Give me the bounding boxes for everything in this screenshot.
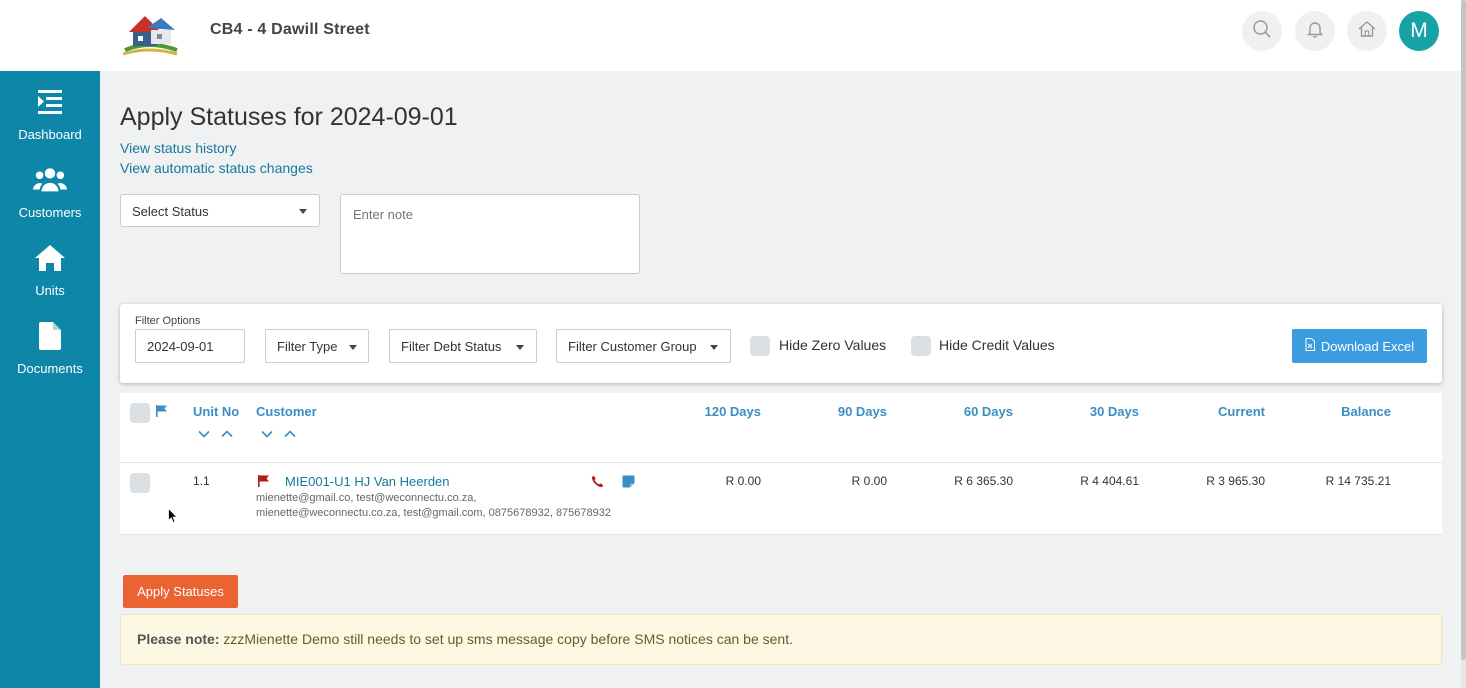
home-button[interactable] bbox=[1347, 11, 1387, 51]
select-all-checkbox[interactable] bbox=[130, 403, 150, 423]
sidebar-item-label: Documents bbox=[17, 361, 83, 376]
view-automatic-status-changes-link[interactable]: View automatic status changes bbox=[120, 160, 313, 176]
status-select[interactable]: Select Status bbox=[120, 194, 320, 227]
bell-icon bbox=[1305, 19, 1325, 44]
statuses-table: Unit No Customer 120 Days 90 Days 60 Day… bbox=[120, 393, 1442, 535]
column-header-30-days[interactable]: 30 Days bbox=[1019, 404, 1139, 419]
filter-date-input[interactable]: 2024-09-01 bbox=[135, 329, 245, 363]
filter-customer-group-label: Filter Customer Group bbox=[568, 339, 697, 354]
current-cell: R 3 965.30 bbox=[1206, 474, 1265, 488]
home-icon bbox=[33, 241, 67, 275]
download-excel-button[interactable]: Download Excel bbox=[1292, 329, 1427, 363]
sms-notice-alert: Please note: zzzMienette Demo still need… bbox=[120, 614, 1442, 665]
sidebar-item-documents[interactable]: Documents bbox=[0, 311, 100, 383]
alert-strong-text: Please note: bbox=[137, 631, 220, 647]
hide-credit-values-checkbox[interactable] bbox=[911, 336, 931, 356]
page-title: Apply Statuses for 2024-09-01 bbox=[120, 103, 458, 131]
column-header-60-days[interactable]: 60 Days bbox=[893, 404, 1013, 419]
column-header-unit-no[interactable]: Unit No bbox=[193, 404, 239, 419]
top-header: CB4 - 4 Dawill Street M bbox=[0, 0, 1466, 71]
phone-icon[interactable] bbox=[591, 475, 604, 493]
chevron-down-icon bbox=[349, 345, 357, 350]
sidebar-item-label: Units bbox=[35, 283, 65, 298]
column-header-90-days[interactable]: 90 Days bbox=[767, 404, 887, 419]
days-90-cell: R 0.00 bbox=[851, 474, 887, 488]
column-header-balance[interactable]: Balance bbox=[1271, 404, 1391, 419]
status-select-value: Select Status bbox=[132, 204, 209, 219]
chevron-down-icon bbox=[516, 345, 524, 350]
mouse-cursor-icon bbox=[168, 507, 178, 529]
balance-cell: R 14 735.21 bbox=[1325, 474, 1391, 488]
days-30-cell: R 4 404.61 bbox=[1080, 474, 1139, 488]
sort-descending-icon[interactable] bbox=[198, 427, 210, 441]
flag-icon[interactable] bbox=[155, 404, 168, 423]
customer-contact-line: mienette@gmail.co, test@weconnectu.co.za… bbox=[256, 492, 477, 504]
search-icon bbox=[1252, 19, 1272, 44]
note-input[interactable] bbox=[340, 194, 640, 274]
excel-file-icon bbox=[1305, 338, 1315, 354]
view-status-history-link[interactable]: View status history bbox=[120, 140, 236, 156]
days-120-cell: R 0.00 bbox=[725, 474, 761, 488]
user-avatar[interactable]: M bbox=[1399, 11, 1439, 51]
home-icon bbox=[1357, 19, 1377, 44]
row-divider bbox=[120, 534, 1442, 535]
sidebar-item-units[interactable]: Units bbox=[0, 233, 100, 305]
sort-ascending-icon[interactable] bbox=[284, 427, 296, 441]
sidebar: Dashboard Customers Units Documents bbox=[0, 71, 100, 688]
hide-zero-values-checkbox[interactable] bbox=[750, 336, 770, 356]
header-divider bbox=[120, 462, 1442, 463]
sidebar-item-label: Dashboard bbox=[18, 127, 82, 142]
filter-debt-status-label: Filter Debt Status bbox=[401, 339, 502, 354]
search-button[interactable] bbox=[1242, 11, 1282, 51]
status-flag-icon[interactable] bbox=[257, 474, 270, 493]
sort-descending-icon[interactable] bbox=[261, 427, 273, 441]
filter-type-label: Filter Type bbox=[277, 339, 338, 354]
filter-customer-group-dropdown[interactable]: Filter Customer Group bbox=[556, 329, 731, 363]
hide-credit-values-label[interactable]: Hide Credit Values bbox=[939, 337, 1055, 353]
users-icon bbox=[33, 163, 67, 197]
dashboard-icon bbox=[33, 85, 67, 119]
chevron-down-icon bbox=[710, 345, 718, 350]
note-icon[interactable] bbox=[622, 475, 635, 493]
sidebar-item-label: Customers bbox=[18, 205, 82, 220]
site-title: CB4 - 4 Dawill Street bbox=[210, 21, 370, 38]
filter-date-value: 2024-09-01 bbox=[147, 339, 214, 354]
row-select-checkbox[interactable] bbox=[130, 473, 150, 493]
column-header-customer[interactable]: Customer bbox=[256, 404, 317, 419]
filter-options-label: Filter Options bbox=[135, 315, 201, 327]
customer-link[interactable]: MIE001-U1 HJ Van Heerden bbox=[285, 474, 450, 489]
column-header-current[interactable]: Current bbox=[1145, 404, 1265, 419]
alert-message: zzzMienette Demo still needs to set up s… bbox=[219, 631, 793, 647]
customer-contact-line: mienette@weconnectu.co.za, test@gmail.co… bbox=[256, 507, 612, 519]
scrollbar-thumb[interactable] bbox=[1461, 0, 1466, 660]
unit-no-cell: 1.1 bbox=[193, 474, 210, 488]
sort-ascending-icon[interactable] bbox=[221, 427, 233, 441]
sidebar-item-dashboard[interactable]: Dashboard bbox=[0, 77, 100, 149]
file-icon bbox=[33, 319, 67, 353]
company-logo[interactable] bbox=[121, 10, 179, 58]
hide-zero-values-label[interactable]: Hide Zero Values bbox=[779, 337, 886, 353]
filter-type-dropdown[interactable]: Filter Type bbox=[265, 329, 369, 363]
notifications-button[interactable] bbox=[1295, 11, 1335, 51]
filter-debt-status-dropdown[interactable]: Filter Debt Status bbox=[389, 329, 537, 363]
sidebar-item-customers[interactable]: Customers bbox=[0, 155, 100, 227]
chevron-down-icon bbox=[299, 209, 307, 214]
apply-statuses-button[interactable]: Apply Statuses bbox=[123, 575, 238, 608]
download-excel-label: Download Excel bbox=[1320, 338, 1415, 354]
page-scrollbar[interactable] bbox=[1461, 0, 1466, 688]
filter-options-panel: Filter Options 2024-09-01 Filter Type Fi… bbox=[120, 304, 1442, 383]
column-header-120-days[interactable]: 120 Days bbox=[641, 404, 761, 419]
days-60-cell: R 6 365.30 bbox=[954, 474, 1013, 488]
